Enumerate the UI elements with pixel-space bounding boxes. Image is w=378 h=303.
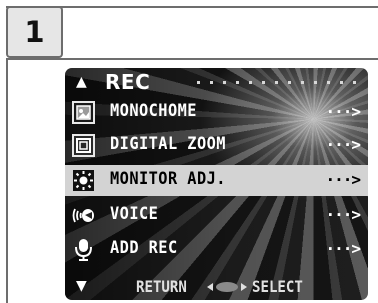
menu-title: REC bbox=[105, 70, 151, 94]
menu-item-voice[interactable]: VOICE ···> bbox=[65, 200, 368, 231]
submenu-arrow-icon: ···> bbox=[325, 239, 361, 258]
monochrome-icon bbox=[72, 101, 95, 124]
direction-pad-icon bbox=[203, 279, 251, 293]
submenu-arrow-icon: ···> bbox=[325, 135, 361, 154]
submenu-arrow-icon: ···> bbox=[325, 102, 361, 121]
menu-item-add-rec[interactable]: ADD REC ···> bbox=[65, 234, 368, 265]
menu-item-monochome[interactable]: MONOCHOME ···> bbox=[65, 97, 368, 128]
submenu-arrow-icon: ···> bbox=[325, 170, 361, 189]
menu-item-label: MONOCHOME bbox=[110, 101, 197, 121]
menu-item-label: VOICE bbox=[110, 204, 159, 224]
submenu-arrow-icon: ···> bbox=[325, 205, 361, 224]
scroll-up-icon[interactable]: ▲ bbox=[76, 74, 87, 90]
figure-frame-divider bbox=[6, 58, 378, 60]
camera-lcd-screen: ▲ REC MONOCHOME ···> DIGITAL ZOOM ···> M… bbox=[65, 68, 368, 300]
step-number-badge: 1 bbox=[6, 6, 63, 58]
return-label: RETURN bbox=[136, 277, 187, 296]
digital-zoom-icon bbox=[72, 134, 95, 157]
scroll-down-icon[interactable]: ▼ bbox=[76, 278, 87, 294]
menu-footer: ▼ RETURN SELECT bbox=[65, 275, 368, 297]
select-label: SELECT bbox=[252, 277, 303, 296]
menu-item-monitor-adj[interactable]: MONITOR ADJ. ···> bbox=[65, 165, 368, 196]
menu-item-label: MONITOR ADJ. bbox=[110, 169, 226, 189]
monitor-adjust-icon bbox=[72, 169, 95, 192]
menu-header: ▲ REC bbox=[65, 70, 368, 95]
header-dotted-line bbox=[197, 81, 362, 84]
voice-icon bbox=[72, 204, 95, 227]
menu-item-label: DIGITAL ZOOM bbox=[110, 134, 226, 154]
figure-frame-left bbox=[6, 58, 8, 303]
menu-item-label: ADD REC bbox=[110, 238, 178, 258]
add-rec-microphone-icon bbox=[72, 238, 95, 261]
menu-item-digital-zoom[interactable]: DIGITAL ZOOM ···> bbox=[65, 130, 368, 161]
